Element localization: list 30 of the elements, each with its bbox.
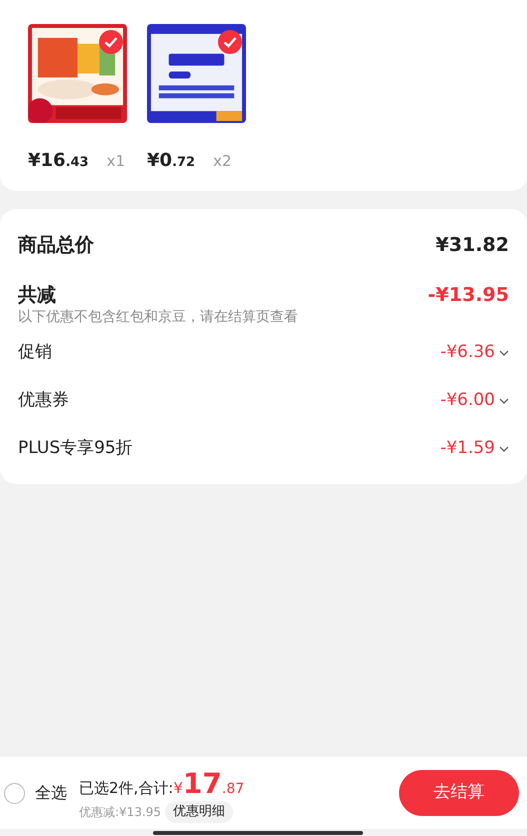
total-value: ¥31.82 (436, 232, 509, 258)
discount-item-value: -¥6.00 (440, 388, 495, 412)
chevron-down-icon (499, 398, 509, 404)
discount-label: 共减 (18, 282, 56, 308)
discount-row[interactable]: 促销 -¥6.36 (18, 329, 509, 376)
discount-item-label: PLUS专享95折 (18, 436, 133, 460)
discount-value: -¥13.95 (428, 282, 509, 308)
chevron-down-icon (499, 350, 509, 356)
discount-row[interactable]: PLUS专享95折 -¥1.59 (18, 425, 509, 472)
select-all-label[interactable]: 全选 (35, 781, 67, 805)
discount-note: 以下优惠不包含红包和京豆，请在结算页查看 (18, 308, 299, 327)
discount-item-label: 促销 (18, 340, 52, 364)
product-quantity: x1 (106, 151, 126, 172)
product-price: ¥0.72 (147, 149, 196, 173)
discount-item-value: -¥1.59 (440, 436, 495, 460)
product-price: ¥16.43 (28, 149, 89, 173)
discount-row[interactable]: 优惠券 -¥6.00 (18, 377, 509, 424)
product-quantity: x2 (213, 151, 232, 172)
selected-summary: 已选2件,合计: (79, 778, 174, 800)
select-all-checkbox[interactable] (4, 782, 25, 804)
chevron-down-icon (499, 446, 509, 452)
checkout-button[interactable]: 去结算 (399, 770, 519, 816)
discount-detail-button[interactable]: 优惠明细 (165, 801, 234, 823)
discount-summary: 优惠减:¥13.95 (79, 804, 162, 821)
discount-item-value: -¥6.36 (440, 340, 495, 364)
check-icon[interactable] (99, 30, 123, 54)
check-icon[interactable] (218, 30, 242, 54)
total-label: 商品总价 (18, 232, 94, 258)
discount-item-label: 优惠券 (18, 388, 69, 412)
total-price: ¥17.87 (173, 766, 244, 802)
